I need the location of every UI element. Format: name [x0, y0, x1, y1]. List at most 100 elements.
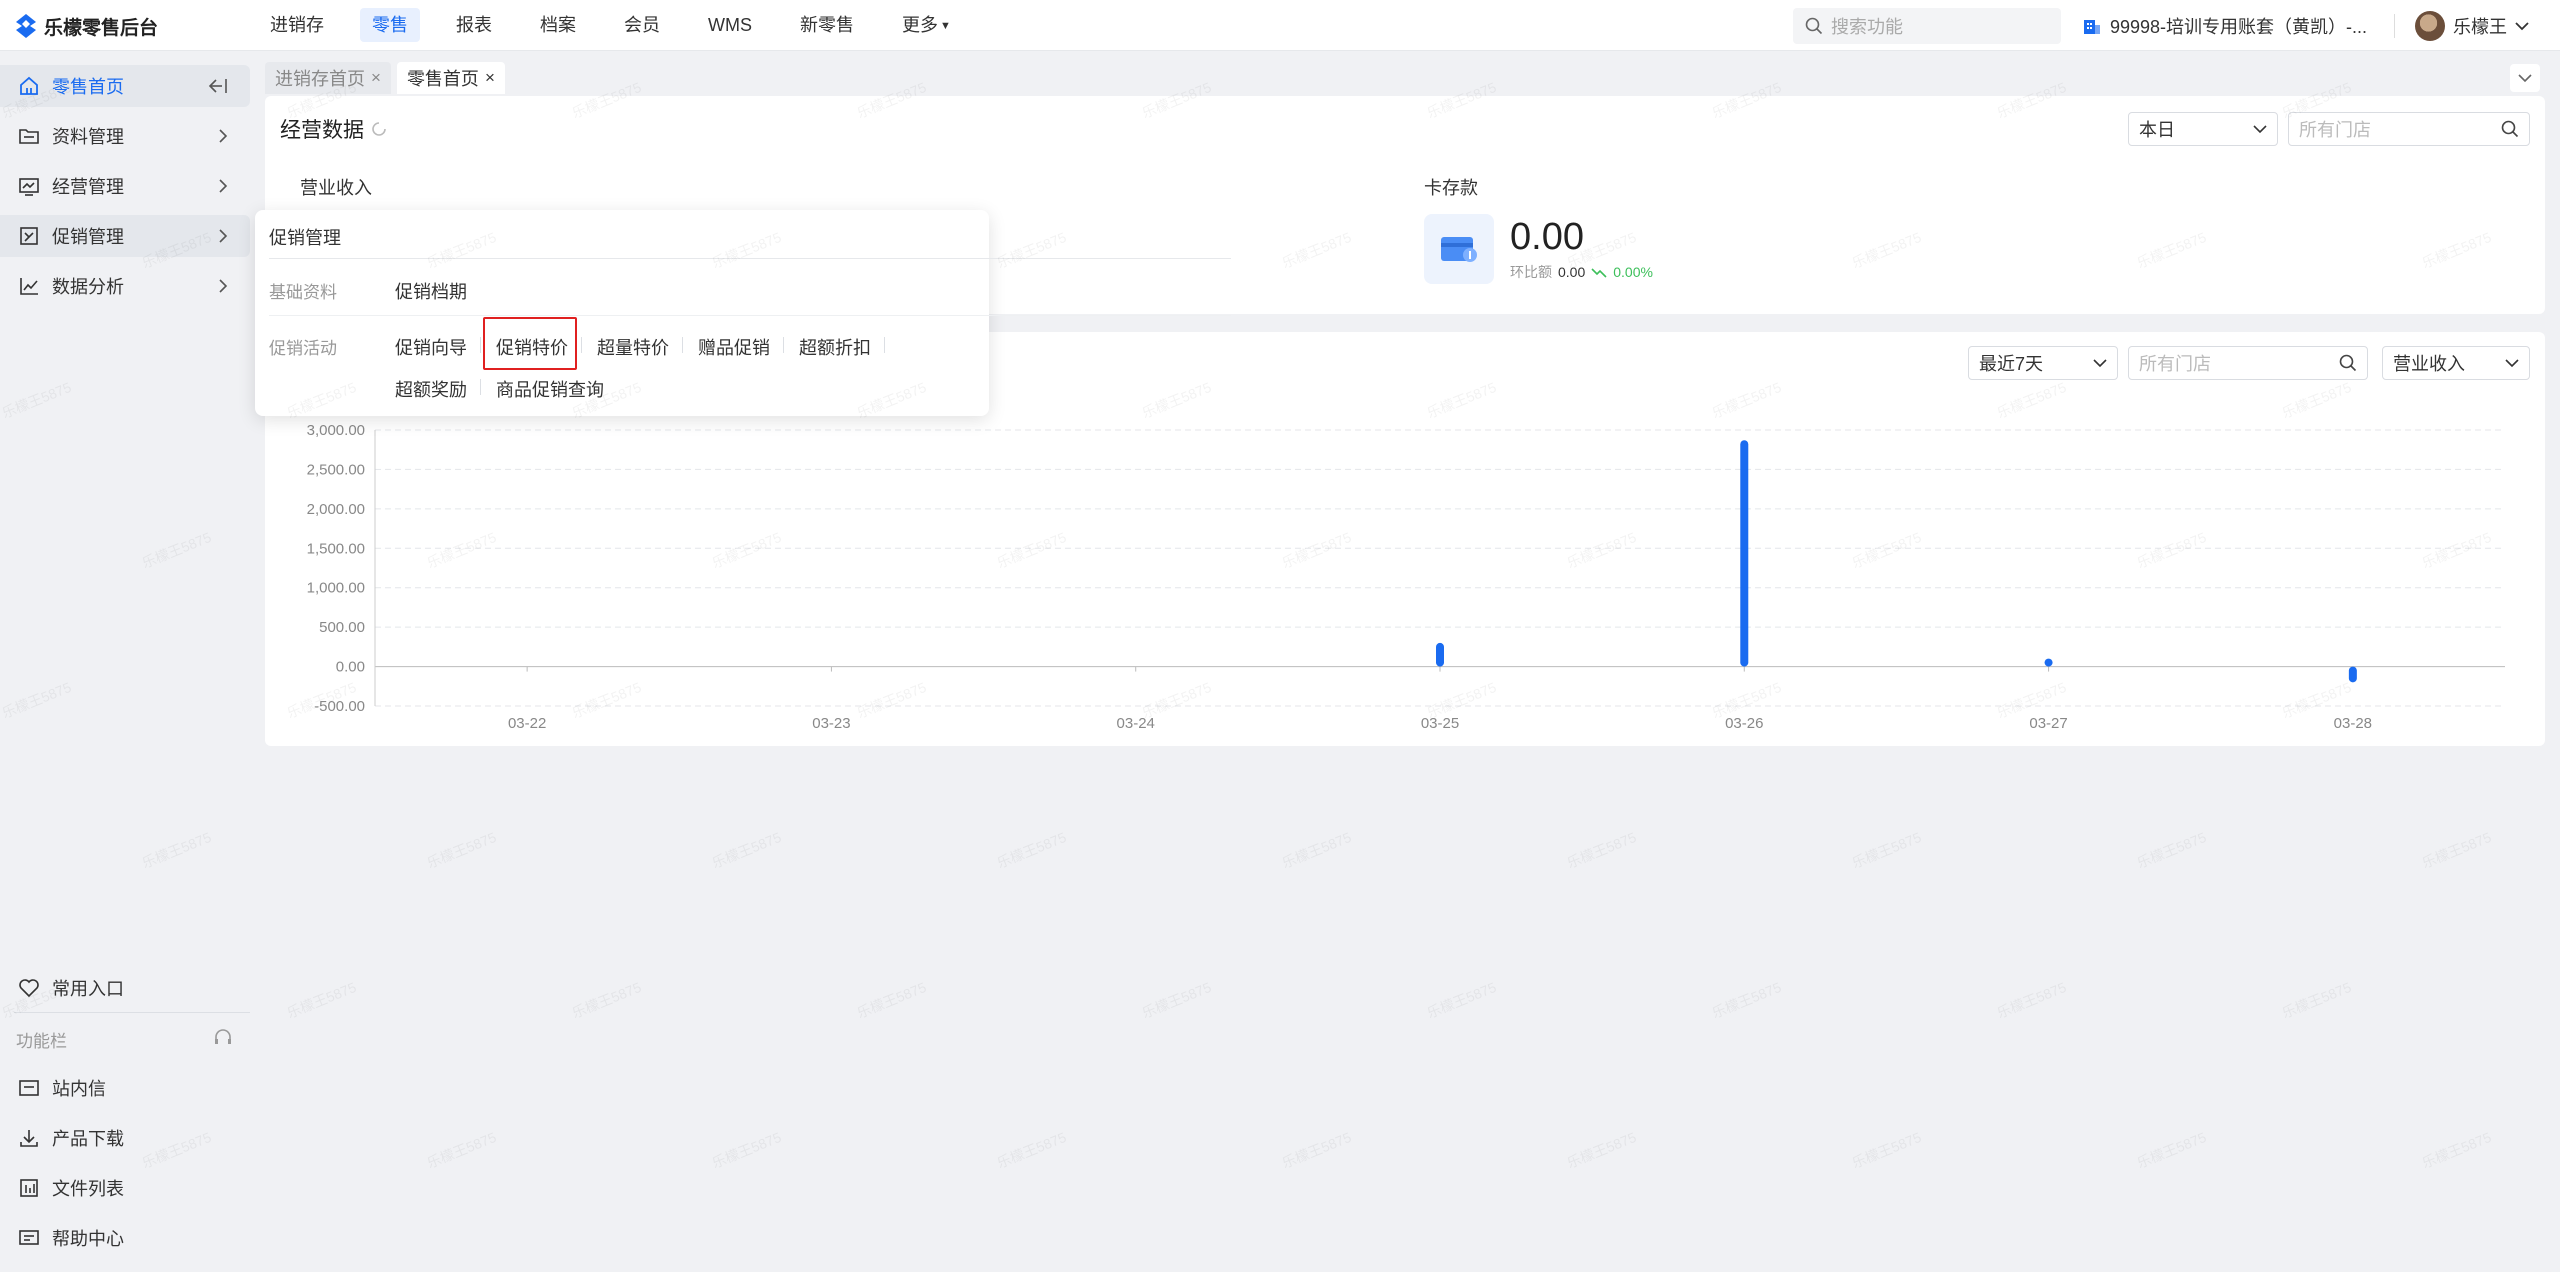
- ops-title-text: 经营数据: [280, 119, 364, 142]
- link-product-promo-query[interactable]: 商品促销查询: [496, 376, 604, 402]
- watermark-text: 乐檬王5875: [1279, 828, 1354, 872]
- sidebar-item-data-management[interactable]: 资料管理: [0, 115, 250, 157]
- heart-icon: [19, 979, 39, 998]
- chart-bar[interactable]: [2044, 658, 2053, 667]
- y-tick-label: 500.00: [319, 619, 365, 636]
- sidebar-item-data-analysis[interactable]: 数据分析: [0, 265, 250, 307]
- link-excess-discount[interactable]: 超额折扣: [799, 334, 871, 360]
- close-icon[interactable]: ×: [485, 68, 495, 88]
- separator: [884, 337, 885, 353]
- x-tick-label: 03-23: [812, 715, 850, 732]
- tab-inventory-home[interactable]: 进销存首页 ×: [265, 62, 391, 94]
- watermark-text: 乐檬王5875: [1564, 828, 1639, 872]
- watermark-text: 乐檬王5875: [1279, 1128, 1354, 1172]
- revenue-label: 营业收入: [300, 178, 372, 198]
- separator: [783, 337, 784, 353]
- sidebar-item-label: 促销管理: [52, 227, 124, 247]
- nav-item-member[interactable]: 会员: [612, 8, 672, 42]
- account-name: 99998-培训专用账套（黄凯）-...: [2110, 17, 2368, 37]
- sidebar-item-label: 零售首页: [52, 77, 124, 97]
- watermark-text: 乐檬王5875: [1849, 828, 1924, 872]
- watermark-text: 乐檬王5875: [1994, 978, 2069, 1022]
- highlight-box: [483, 317, 577, 370]
- sidebar-item-operations[interactable]: 经营管理: [0, 165, 250, 207]
- nav-item-wms[interactable]: WMS: [696, 8, 764, 42]
- range-select[interactable]: 最近7天: [1968, 346, 2118, 380]
- metric-select[interactable]: 营业收入: [2382, 346, 2530, 380]
- card-deposit-ratio: 环比额 0.00 0.00%: [1510, 262, 1653, 282]
- sidebar-item-file-list[interactable]: 文件列表: [0, 1167, 250, 1209]
- account-switcher[interactable]: 99998-培训专用账套（黄凯）-...: [2082, 10, 2367, 42]
- caret-down-icon: ▼: [940, 20, 951, 32]
- nav-item-archive[interactable]: 档案: [528, 8, 588, 42]
- watermark-text: 乐檬王5875: [1709, 978, 1784, 1022]
- refresh-icon[interactable]: [370, 120, 388, 138]
- sidebar-item-label: 数据分析: [52, 277, 124, 297]
- period-select[interactable]: 本日: [2128, 112, 2278, 146]
- sidebar-item-promotion[interactable]: 促销管理: [0, 215, 250, 257]
- link-bulk-special-price[interactable]: 超量特价: [597, 334, 669, 360]
- chevron-right-icon: [219, 179, 228, 193]
- card-deposit-icon: [1424, 214, 1494, 284]
- tab-label: 零售首页: [406, 69, 479, 89]
- close-icon[interactable]: ×: [371, 68, 381, 88]
- watermark-text: 乐檬王5875: [1564, 1128, 1639, 1172]
- sidebar-item-download[interactable]: 产品下载: [0, 1117, 250, 1159]
- chart-bar[interactable]: [1740, 440, 1749, 667]
- sidebar-item-help[interactable]: 帮助中心: [0, 1217, 250, 1259]
- chart-bar[interactable]: [2348, 666, 2357, 683]
- sidebar-item-label: 站内信: [52, 1079, 106, 1099]
- app-logo[interactable]: 乐檬零售后台: [16, 12, 158, 40]
- page-tabs: 进销存首页 × 零售首页 ×: [265, 62, 505, 94]
- store-filter-input[interactable]: 所有门店: [2288, 112, 2530, 146]
- separator: [480, 379, 481, 395]
- x-tick-label: 03-22: [508, 715, 546, 732]
- chart-store-input[interactable]: 所有门店: [2128, 346, 2368, 380]
- chart-bar[interactable]: [1436, 642, 1444, 667]
- chevron-right-icon: [219, 129, 228, 143]
- search-icon: [2339, 354, 2357, 372]
- watermark-text: 乐檬王5875: [424, 828, 499, 872]
- tab-retail-home[interactable]: 零售首页 ×: [396, 62, 505, 94]
- link-excess-reward[interactable]: 超额奖励: [395, 376, 467, 402]
- sidebar-item-retail-home[interactable]: 零售首页: [0, 65, 250, 107]
- watermark-text: 乐檬王5875: [994, 1128, 1069, 1172]
- nav-item-more[interactable]: 更多 ▼: [890, 8, 963, 42]
- watermark-text: 乐檬王5875: [2134, 1128, 2209, 1172]
- top-nav: 进销存 零售 报表 档案 会员 WMS 新零售 更多 ▼: [258, 8, 963, 42]
- row-label-activities: 促销活动: [269, 339, 337, 358]
- divider: [2394, 14, 2395, 38]
- watermark-text: 乐檬王5875: [2134, 828, 2209, 872]
- user-menu[interactable]: 乐檬王: [2415, 10, 2529, 42]
- link-promo-wizard[interactable]: 促销向导: [395, 334, 467, 360]
- headset-icon[interactable]: [212, 1027, 234, 1049]
- collapse-sidebar-icon[interactable]: [208, 77, 228, 95]
- watermark-text: 乐檬王5875: [1849, 1128, 1924, 1172]
- x-tick-label: 03-28: [2334, 715, 2372, 732]
- search-input[interactable]: 搜索功能: [1793, 8, 2061, 44]
- ratio-label: 环比额: [1510, 264, 1552, 280]
- card-deposit-label: 卡存款: [1424, 178, 1478, 198]
- y-tick-label: 1,500.00: [307, 540, 365, 557]
- watermark-text: 乐檬王5875: [709, 1128, 784, 1172]
- nav-item-retail[interactable]: 零售: [360, 8, 420, 42]
- nav-item-inventory[interactable]: 进销存: [258, 8, 336, 42]
- tabs-dropdown-button[interactable]: [2510, 64, 2540, 92]
- sidebar-item-label: 常用入口: [52, 979, 124, 999]
- search-placeholder: 搜索功能: [1831, 17, 1903, 37]
- y-tick-label: 2,500.00: [307, 461, 365, 478]
- trend-down-icon: [1591, 268, 1607, 278]
- ratio-pct: 0.00%: [1613, 264, 1653, 280]
- sidebar-item-label: 帮助中心: [52, 1229, 124, 1249]
- link-gift-promo[interactable]: 赠品促销: [698, 334, 770, 360]
- y-tick-label: -500.00: [314, 698, 365, 715]
- link-promo-schedule[interactable]: 促销档期: [395, 278, 467, 304]
- nav-item-reports[interactable]: 报表: [444, 8, 504, 42]
- nav-more-label: 更多: [902, 15, 938, 35]
- x-tick-label: 03-26: [1725, 715, 1763, 732]
- sidebar-item-favorites[interactable]: 常用入口: [0, 967, 250, 1009]
- sidebar-item-inbox[interactable]: 站内信: [0, 1067, 250, 1109]
- app-title: 乐檬零售后台: [44, 17, 159, 39]
- popup-title: 促销管理: [269, 228, 341, 248]
- nav-item-new-retail[interactable]: 新零售: [788, 8, 866, 42]
